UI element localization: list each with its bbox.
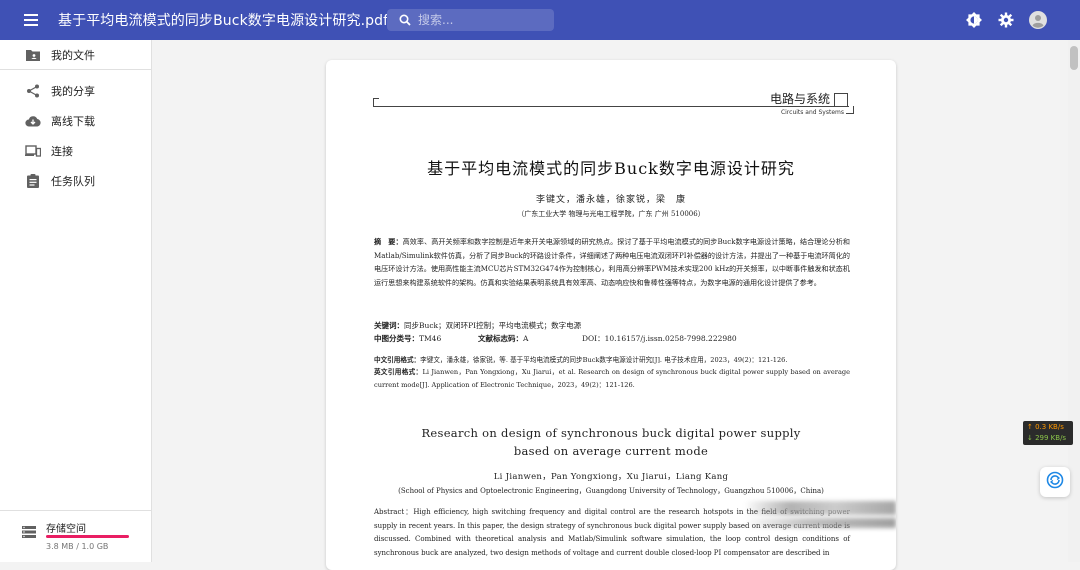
- keywords-text: 同步Buck；双闭环PI控制；平均电流模式；数字电源: [404, 321, 582, 330]
- storage-usage: 3.8 MB / 1.0 GB: [46, 542, 109, 551]
- citation-en-text: Li Jianwen，Pan Yongxiong，Xu Jiarui，et al…: [374, 368, 850, 389]
- sidebar-item-label: 离线下载: [51, 115, 95, 128]
- task-list-icon: [23, 171, 43, 191]
- affiliation-cn: （广东工业大学 物理与光电工程学院，广东 广州 510006）: [517, 210, 705, 218]
- citation-en-label: 英文引用格式：: [374, 368, 423, 377]
- clc-label: 中图分类号：: [374, 334, 419, 343]
- file-title: 基于平均电流模式的同步Buck数字电源设计研究.pdf: [58, 13, 389, 29]
- citation-cn: 中文引用格式：李键文，潘永雄，徐家锐，等. 基于平均电流模式的同步Buck数字电…: [374, 354, 850, 366]
- clc-value: TM46: [419, 334, 442, 343]
- theme-toggle-icon[interactable]: [964, 10, 984, 30]
- redaction-blur: [744, 518, 896, 528]
- sidebar-item-label: 连接: [51, 145, 73, 158]
- storage-panel[interactable]: 存储空间 3.8 MB / 1.0 GB: [0, 510, 151, 562]
- upload-speed: ↑ 0.3 KB/s: [1027, 423, 1064, 431]
- floating-action-button[interactable]: [1040, 467, 1070, 497]
- sidebar-item-task-queue[interactable]: 任务队列: [0, 166, 151, 196]
- storage-progress-bar: [46, 535, 129, 538]
- paper-title-en-line: Research on design of synchronous buck d…: [421, 426, 801, 440]
- abstract-en-label: Abstract：: [374, 508, 414, 516]
- sidebar-item-my-shares[interactable]: 我的分享: [0, 76, 151, 106]
- scrollbar-thumb[interactable]: [1070, 46, 1078, 70]
- sidebar: 我的文件 我的分享 离线下载 连接 任务队列 存储空间 3.8 MB / 1.0…: [0, 40, 152, 562]
- download-speed: ↓ 299 KB/s: [1027, 434, 1067, 442]
- search-input[interactable]: [418, 13, 538, 27]
- journal-section-en: Circuits and Systems: [780, 109, 844, 116]
- authors-en: Li Jianwen，Pan Yongxiong，Xu Jiarui，Liang…: [493, 472, 729, 482]
- authors-cn: 李键文，潘永雄，徐家锐，梁 康: [535, 195, 686, 205]
- citation-cn-text: 李键文，潘永雄，徐家锐，等. 基于平均电流模式的同步Buck数字电源设计研究[J…: [420, 356, 788, 364]
- journal-ornament: [834, 93, 848, 107]
- devices-icon: [23, 141, 43, 161]
- header-rule-tick: [373, 98, 379, 99]
- sidebar-item-my-files[interactable]: 我的文件: [0, 40, 151, 70]
- account-avatar-icon[interactable]: [1028, 10, 1048, 30]
- storage-icon: [22, 523, 36, 542]
- citation-cn-label: 中文引用格式：: [374, 356, 421, 364]
- sidebar-item-label: 任务队列: [51, 175, 95, 188]
- settings-icon[interactable]: [996, 10, 1016, 30]
- sidebar-item-label: 我的分享: [51, 85, 95, 98]
- storage-title: 存储空间: [46, 524, 86, 535]
- paper-title-en: Research on design of synchronous buck d…: [326, 424, 896, 460]
- search-icon: [399, 11, 411, 30]
- sidebar-item-connections[interactable]: 连接: [0, 136, 151, 166]
- search-box[interactable]: [387, 9, 554, 31]
- affiliation-en: (School of Physics and Optoelectronic En…: [398, 487, 824, 495]
- sync-icon: [1046, 471, 1064, 493]
- storage-progress-fill: [46, 535, 129, 538]
- pdf-page: 电路与系统 Circuits and Systems 基于平均电流模式的同步Bu…: [326, 60, 896, 570]
- app-bar: 基于平均电流模式的同步Buck数字电源设计研究.pdf: [0, 0, 1080, 40]
- network-speed-widget: ↑ 0.3 KB/s ↓ 299 KB/s: [1023, 421, 1073, 445]
- abstract-text: 高效率、高开关频率和数字控制是近年来开关电源领域的研究热点。探讨了基于平均电流模…: [374, 237, 850, 287]
- paper-title-cn: 基于平均电流模式的同步Buck数字电源设计研究: [427, 159, 795, 178]
- menu-icon[interactable]: [19, 8, 43, 32]
- doi-label: DOI：: [582, 334, 605, 343]
- journal-section-cn: 电路与系统: [769, 92, 830, 106]
- doi-value: 10.16157/j.issn.0258-7998.222980: [604, 334, 737, 343]
- doccode-value: A: [523, 334, 529, 343]
- keywords-label: 关键词：: [374, 321, 404, 330]
- abstract-en-text: High efficiency, high switching frequenc…: [374, 508, 850, 557]
- citation-en: 英文引用格式：Li Jianwen，Pan Yongxiong，Xu Jiaru…: [374, 366, 850, 391]
- keywords: 关键词：同步Buck；双闭环PI控制；平均电流模式；数字电源: [374, 319, 850, 333]
- classification-line: 中图分类号：TM46 文献标志码：A DOI：10.16157/j.issn.0…: [374, 332, 850, 346]
- paper-title-en-line: based on average current mode: [513, 444, 709, 458]
- journal-ornament: [846, 106, 854, 114]
- sidebar-item-offline-download[interactable]: 离线下载: [0, 106, 151, 136]
- cloud-download-icon: [23, 111, 43, 131]
- abstract-label: 摘 要：: [374, 237, 403, 246]
- redaction-blur: [744, 501, 896, 515]
- sidebar-item-label: 我的文件: [51, 48, 95, 62]
- citation-block: 中文引用格式：李键文，潘永雄，徐家锐，等. 基于平均电流模式的同步Buck数字电…: [374, 354, 850, 391]
- folder-icon: [23, 45, 43, 65]
- abstract-cn: 摘 要：高效率、高开关频率和数字控制是近年来开关电源领域的研究热点。探讨了基于平…: [374, 235, 850, 289]
- doccode-label: 文献标志码：: [478, 334, 523, 343]
- share-icon: [23, 81, 43, 101]
